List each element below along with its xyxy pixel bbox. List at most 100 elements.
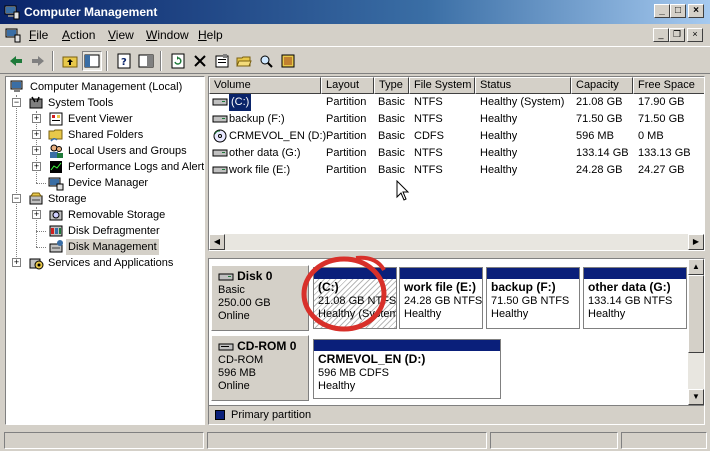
partition-status: Healthy	[318, 380, 356, 392]
performance-icon	[50, 161, 62, 173]
column-header-volume[interactable]: Volume	[209, 77, 321, 94]
tree-label: Local Users and Groups	[68, 145, 187, 157]
settings-button[interactable]	[278, 51, 298, 71]
disk-0-label[interactable]: Disk 0 Basic 250.00 GB Online	[211, 265, 309, 331]
expand-services-apps[interactable]: +	[12, 258, 21, 267]
disk-name: CD-ROM 0	[237, 339, 297, 353]
scroll-down-button[interactable]: ▼	[688, 389, 704, 405]
search-button[interactable]	[256, 51, 276, 71]
open-button[interactable]	[234, 51, 254, 71]
drive-icon	[212, 149, 228, 157]
title-bar[interactable]: Computer Management _ □ ×	[0, 0, 710, 24]
scroll-up-button[interactable]: ▲	[688, 259, 704, 275]
volume-list[interactable]: Volume Layout Type File System Status Ca…	[208, 76, 705, 251]
expand-removable-storage[interactable]: +	[32, 210, 41, 219]
open-folder-icon	[236, 56, 252, 67]
disk-type: Basic	[218, 284, 245, 296]
cell-capacity: 71.50 GB	[576, 113, 623, 125]
menu-help[interactable]: Help	[198, 28, 223, 42]
cell-volume: backup (F:)	[229, 113, 285, 125]
console-tree[interactable]: Computer Management (Local) − System Too…	[5, 76, 205, 425]
status-bar	[0, 430, 710, 451]
refresh-button[interactable]	[168, 51, 188, 71]
expand-event-viewer[interactable]: +	[32, 114, 41, 123]
tree-item-performance-logs[interactable]: Performance Logs and Alerts	[46, 159, 205, 175]
tree-line	[36, 231, 46, 232]
menu-view[interactable]: View	[108, 28, 134, 42]
horizontal-scrollbar[interactable]: ◀ ▶	[209, 234, 704, 250]
back-arrow-icon	[10, 56, 22, 66]
menu-action[interactable]: Action	[62, 28, 95, 42]
toolbar-separator	[160, 51, 162, 71]
menu-file[interactable]: File	[29, 28, 48, 42]
minimize-button[interactable]: _	[654, 4, 670, 18]
delete-button[interactable]	[190, 51, 210, 71]
scroll-left-button[interactable]: ◀	[209, 234, 225, 250]
status-panel	[4, 432, 204, 449]
help-icon: ?	[117, 53, 131, 69]
show-hide-action-pane-button[interactable]	[136, 51, 156, 71]
tree-label: Performance Logs and Alerts	[68, 161, 205, 173]
cell-capacity: 21.08 GB	[576, 96, 623, 108]
tree-item-computer-management[interactable]: Computer Management (Local)	[8, 79, 204, 95]
tree-item-storage[interactable]: Storage	[26, 191, 202, 207]
disk-graphical-view[interactable]: Disk 0 Basic 250.00 GB Online (C:) 21.08…	[208, 258, 705, 425]
help-button[interactable]: ?	[114, 51, 134, 71]
vertical-scrollbar[interactable]: ▲ ▼	[688, 259, 704, 405]
cell-free-space: 24.27 GB	[638, 164, 685, 176]
system-tools-icon	[29, 96, 43, 109]
cell-type: Basic	[378, 164, 405, 176]
system-menu-icon[interactable]	[5, 27, 21, 43]
tree-item-shared-folders[interactable]: Shared Folders	[46, 127, 202, 143]
column-header-status[interactable]: Status	[475, 77, 571, 94]
tree-item-device-manager[interactable]: Device Manager	[46, 175, 202, 191]
cell-volume: other data (G:)	[229, 147, 301, 159]
tree-item-event-viewer[interactable]: Event Viewer	[46, 111, 202, 127]
column-header-file-system[interactable]: File System	[409, 77, 475, 94]
column-header-layout[interactable]: Layout	[321, 77, 374, 94]
partition-bar	[314, 340, 500, 351]
close-button[interactable]: ×	[688, 4, 704, 18]
tree-line	[36, 183, 46, 184]
tree-label: Event Viewer	[68, 113, 133, 125]
tree-label: Disk Management	[66, 239, 159, 255]
tree-item-disk-defragmenter[interactable]: Disk Defragmenter	[46, 223, 202, 239]
child-restore-button[interactable]: ❐	[669, 28, 685, 42]
partition-f[interactable]: backup (F:) 71.50 GB NTFS Healthy	[486, 267, 580, 329]
partition-e[interactable]: work file (E:) 24.28 GB NTFS Healthy	[399, 267, 483, 329]
column-header-free-space[interactable]: Free Space	[633, 77, 704, 94]
show-hide-tree-button[interactable]	[82, 51, 102, 71]
expand-shared-folders[interactable]: +	[32, 130, 41, 139]
cdrom-0-label[interactable]: CD-ROM 0 CD-ROM 596 MB Online	[211, 335, 309, 401]
properties-button[interactable]	[212, 51, 232, 71]
collapse-storage[interactable]: −	[12, 194, 21, 203]
column-header-capacity[interactable]: Capacity	[571, 77, 633, 94]
cell-capacity: 133.14 GB	[576, 147, 629, 159]
tree-item-system-tools[interactable]: System Tools	[26, 95, 202, 111]
up-one-level-button[interactable]	[60, 51, 80, 71]
forward-button[interactable]	[28, 51, 48, 71]
expand-local-users[interactable]: +	[32, 146, 41, 155]
scroll-right-button[interactable]: ▶	[688, 234, 704, 250]
scroll-thumb[interactable]	[688, 275, 704, 353]
tree-item-services-applications[interactable]: Services and Applications	[26, 255, 202, 271]
collapse-system-tools[interactable]: −	[12, 98, 21, 107]
disk-size: 250.00 GB	[218, 297, 271, 309]
partition-body: other data (G:) 133.14 GB NTFS Healthy	[584, 279, 686, 323]
column-header-type[interactable]: Type	[374, 77, 409, 94]
child-close-button[interactable]: ×	[687, 28, 703, 42]
tree-item-removable-storage[interactable]: Removable Storage	[46, 207, 202, 223]
partition-body: (C:) 21.08 GB NTFS Healthy (System)	[314, 279, 396, 328]
cell-type: Basic	[378, 96, 405, 108]
maximize-button[interactable]: □	[670, 4, 686, 18]
back-button[interactable]	[6, 51, 26, 71]
partition-status: Healthy	[588, 308, 626, 320]
tree-item-disk-management[interactable]: Disk Management	[46, 239, 202, 255]
partition-d[interactable]: CRMEVOL_EN (D:) 596 MB CDFS Healthy	[313, 339, 501, 399]
partition-c[interactable]: (C:) 21.08 GB NTFS Healthy (System)	[313, 267, 397, 329]
tree-item-local-users[interactable]: Local Users and Groups	[46, 143, 202, 159]
child-minimize-button[interactable]: _	[653, 28, 669, 42]
menu-window[interactable]: Window	[146, 28, 189, 42]
partition-g[interactable]: other data (G:) 133.14 GB NTFS Healthy	[583, 267, 687, 329]
cell-file-system: NTFS	[414, 147, 443, 159]
